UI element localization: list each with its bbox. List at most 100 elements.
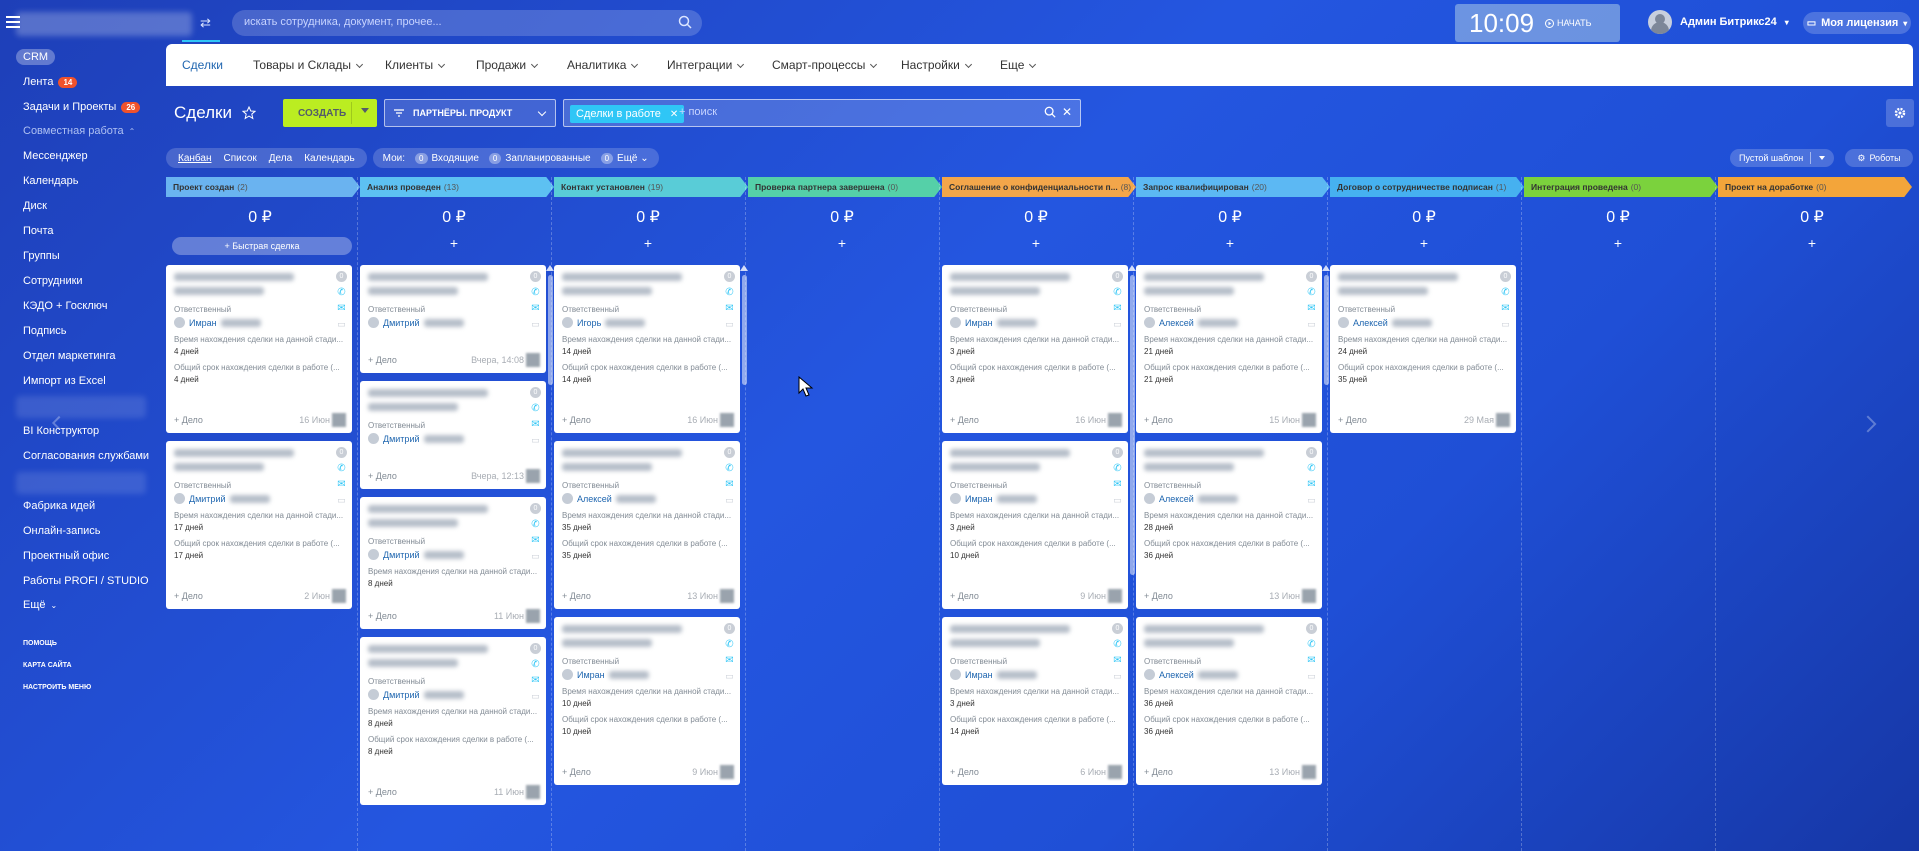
chat-icon[interactable]: ▭ [725,495,734,506]
quick-deal-button[interactable]: + Быстрая сделка [172,237,352,255]
close-icon[interactable]: ✕ [670,109,678,120]
mail-icon[interactable]: ✉ [725,479,733,490]
phone-icon[interactable]: ✆ [1307,287,1315,298]
chat-icon[interactable]: ▭ [1113,671,1122,682]
avatar[interactable] [1648,10,1672,34]
deal-card[interactable]: Ответственный Игорь Время нахождения сделк… [554,265,740,433]
deal-title-blurred[interactable] [368,505,488,513]
deal-card[interactable]: Ответственный Имран Время нахождения сделк… [554,617,740,785]
responsible-person[interactable]: Дмитрий [174,493,270,504]
add-activity-button[interactable]: + Дело [1144,767,1173,777]
add-activity-button[interactable]: + Дело [562,767,591,777]
phone-icon[interactable]: ✆ [337,463,345,474]
nav-smart-processes[interactable]: Смарт-процессы [772,58,878,72]
add-activity-button[interactable]: + Дело [562,591,591,601]
menu-item-calendar[interactable]: Календарь [23,175,79,187]
add-deal-plus-icon[interactable]: + [942,235,1130,251]
add-deal-plus-icon[interactable]: + [1330,235,1518,251]
scroll-up-icon[interactable] [546,265,554,271]
menu-item-approvals[interactable]: Согласования службами [23,450,149,462]
pipeline-select[interactable]: ПАРТНЁРЫ. ПРОДУКТ [384,99,556,127]
user-name[interactable]: Админ Битрикс24 [1680,16,1777,28]
add-activity-button[interactable]: + Дело [174,591,203,601]
add-activity-button[interactable]: + Дело [368,611,397,621]
deal-card[interactable]: Ответственный Дмитрий Время нахождения сде… [360,637,546,805]
deal-card[interactable]: Ответственный Дмитрий Время нахождения сде… [360,497,546,629]
responsible-person[interactable]: Алексей [1144,493,1238,504]
column-header[interactable]: Запрос квалифицирован (20) [1136,177,1330,197]
chat-icon[interactable]: ▭ [337,495,346,506]
portal-logo[interactable] [16,12,192,36]
deal-card[interactable]: Ответственный Дмитрий + Дело Вчера, 14:08 0 ✆… [360,265,546,373]
nav-integrations[interactable]: Интеграции [667,58,745,72]
menu-item-feed[interactable]: Лента 14 [23,76,78,88]
chat-icon[interactable]: ▭ [725,671,734,682]
deal-title-blurred[interactable] [368,645,488,653]
deal-card[interactable]: Ответственный Алексей Время нахождения сде… [1330,265,1516,433]
add-activity-button[interactable]: + Дело [1144,415,1173,425]
mail-icon[interactable]: ✉ [725,303,733,314]
phone-icon[interactable]: ✆ [1307,463,1315,474]
deal-card[interactable]: Ответственный Имран Время нахождения сделк… [942,441,1128,609]
deal-title-blurred[interactable] [174,273,294,281]
search-icon[interactable] [678,15,692,29]
responsible-person[interactable]: Имран [950,493,1037,504]
chevron-down-icon[interactable]: ▾ [1785,18,1789,27]
nav-settings[interactable]: Настройки [901,58,972,72]
deal-title-blurred[interactable] [950,625,1070,633]
deal-card[interactable]: Ответственный Дмитрий + Дело Вчера, 12:13 0 ✆… [360,381,546,489]
add-activity-button[interactable]: + Дело [368,471,397,481]
chat-icon[interactable]: ▭ [1113,495,1122,506]
add-deal-plus-icon[interactable]: + [554,235,742,251]
add-deal-plus-icon[interactable]: + [1718,235,1906,251]
menu-item-employees[interactable]: Сотрудники [23,275,83,287]
chat-icon[interactable]: ▭ [531,435,540,446]
star-icon[interactable] [241,106,256,120]
mail-icon[interactable]: ✉ [531,535,539,546]
column-header[interactable]: Проект создан (2) [166,177,360,197]
clear-icon[interactable]: ✕ [1062,105,1072,119]
chat-icon[interactable]: ▭ [531,691,540,702]
mail-icon[interactable]: ✉ [337,479,345,490]
menu-item-disk[interactable]: Диск [23,200,47,212]
add-activity-button[interactable]: + Дело [950,591,979,601]
mail-icon[interactable]: ✉ [1113,479,1121,490]
menu-link-configure[interactable]: НАСТРОИТЬ МЕНЮ [23,684,91,691]
phone-icon[interactable]: ✆ [531,287,539,298]
deal-title-blurred[interactable] [368,389,488,397]
menu-item-kedo[interactable]: КЭДО + Госключ [23,300,107,312]
responsible-person[interactable]: Имран [174,317,261,328]
chat-icon[interactable]: ▭ [531,319,540,330]
scroll-up-icon[interactable] [1322,265,1330,271]
responsible-person[interactable]: Алексей [1338,317,1432,328]
settings-button[interactable] [1886,99,1914,127]
mail-icon[interactable]: ✉ [1307,303,1315,314]
filter-planned[interactable]: 0 Запланированные [488,152,591,164]
deal-title-blurred[interactable] [950,273,1070,281]
deal-card[interactable]: Ответственный Алексей Время нахождения сде… [554,441,740,609]
user-menu[interactable]: Админ Битрикс24 ▾ [1648,10,1789,34]
nav-sales[interactable]: Продажи [476,58,539,72]
chevron-down-icon[interactable] [1819,156,1825,160]
filter-search-input[interactable] [679,106,979,118]
responsible-person[interactable]: Игорь [562,317,646,328]
nav-deals[interactable]: Сделки [182,58,223,72]
chat-icon[interactable]: ▭ [1307,319,1316,330]
phone-icon[interactable]: ✆ [725,287,733,298]
mail-icon[interactable]: ✉ [725,655,733,666]
responsible-person[interactable]: Имран [950,317,1037,328]
mail-icon[interactable]: ✉ [1307,655,1315,666]
deal-card[interactable]: Ответственный Дмитрий Время нахождения сде… [166,441,352,609]
scroll-up-icon[interactable] [1128,265,1136,271]
mail-icon[interactable]: ✉ [1113,655,1121,666]
add-deal-plus-icon[interactable]: + [748,235,936,251]
chat-icon[interactable]: ▭ [1307,495,1316,506]
template-select[interactable]: Пустой шаблон [1730,149,1834,167]
deal-title-blurred[interactable] [1338,273,1458,281]
responsible-person[interactable]: Алексей [1144,317,1238,328]
add-activity-button[interactable]: + Дело [1338,415,1367,425]
menu-item-booking[interactable]: Онлайн-запись [23,525,101,537]
hidden-menu-item[interactable] [16,472,146,494]
filter-incoming[interactable]: 0 Входящие [415,152,479,164]
add-activity-button[interactable]: + Дело [368,787,397,797]
